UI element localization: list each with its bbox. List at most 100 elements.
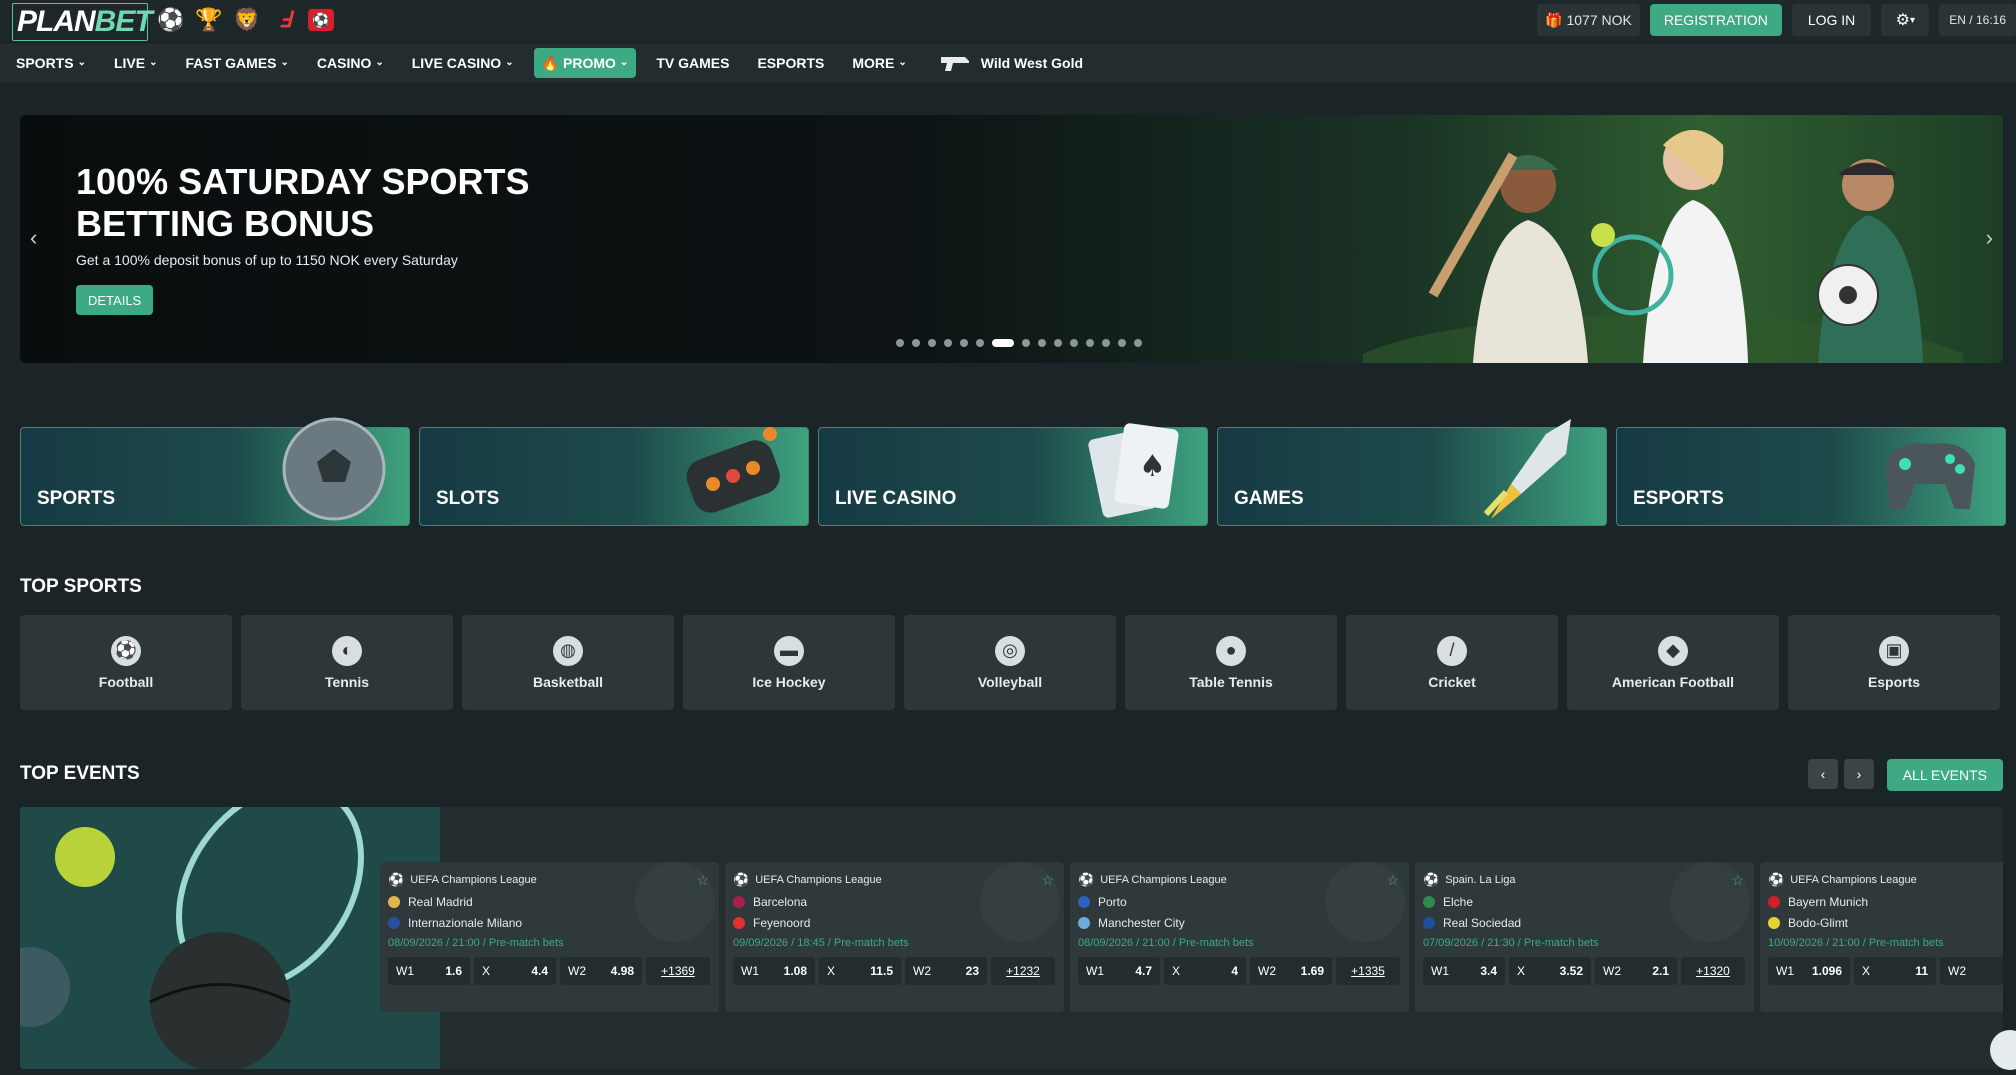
chevron-down-icon: ⌄ <box>375 56 384 68</box>
odd-w2-button[interactable]: W2 2.1 <box>1595 957 1677 985</box>
category-sports[interactable]: SPORTS <box>20 417 410 526</box>
category-label: SPORTS <box>37 488 116 509</box>
star-icon[interactable]: ☆ <box>1386 872 1399 889</box>
banner-dot[interactable] <box>992 339 1014 347</box>
team-crest-icon <box>1423 896 1435 908</box>
banner-dot[interactable] <box>928 339 936 347</box>
premier-league-icon[interactable]: 🦁 <box>232 6 262 34</box>
nav-featured-game[interactable]: Wild West Gold <box>939 53 1083 73</box>
banner-details-button[interactable]: DETAILS <box>76 285 154 315</box>
banner-dot[interactable] <box>976 339 984 347</box>
sport-tile[interactable]: / Cricket <box>1346 615 1558 710</box>
all-events-button[interactable]: ALL EVENTS <box>1886 759 2003 791</box>
banner-title: 100% SATURDAY SPORTS BETTING BONUS <box>76 161 530 244</box>
odd-x-button[interactable]: X4 <box>1164 957 1246 985</box>
nav-tv-games-label: TV GAMES <box>656 55 730 71</box>
odd-w2-button[interactable]: W2 23 <box>905 957 987 985</box>
events-prev-button[interactable]: ‹ <box>1808 759 1838 789</box>
nav-sports[interactable]: SPORTS ⌄ <box>8 48 94 78</box>
laliga-icon[interactable]: Ⅎ <box>270 6 300 34</box>
sport-tile[interactable]: ◎ Volleyball <box>904 615 1116 710</box>
sport-tile[interactable]: ▣ Esports <box>1788 615 2000 710</box>
balance-display[interactable]: 🎁 1077 NOK <box>1537 4 1640 36</box>
odd-x-button[interactable]: X 11 <box>1854 957 1936 985</box>
bundesliga-icon[interactable]: ⚽ <box>308 9 334 31</box>
category-live-casino[interactable]: LIVE CASINO ♠ <box>818 423 1208 526</box>
banner-dot[interactable] <box>1070 339 1078 347</box>
sport-tile[interactable]: ▬ Ice Hockey <box>683 615 895 710</box>
nav-live-casino[interactable]: LIVE CASINO ⌄ <box>404 48 522 78</box>
banner-dot[interactable] <box>896 339 904 347</box>
more-markets-link[interactable]: +1335 <box>1336 957 1400 985</box>
odd-w1-button[interactable]: W1 1.08 <box>733 957 815 985</box>
banner-prev-arrow[interactable]: ‹ <box>30 225 37 251</box>
banner-dot[interactable] <box>1022 339 1030 347</box>
nav-promo[interactable]: 🔥 PROMO ⌄ <box>533 48 637 78</box>
odd-x-button[interactable]: X 11.5 <box>819 957 901 985</box>
event-card[interactable]: ⚽ Spain. La Liga ☆ Elche Real Sociedad 07/09/… <box>1415 862 1754 1012</box>
odd-x-button[interactable]: X 3.52 <box>1509 957 1591 985</box>
event-card[interactable]: ⚽ UEFA Champions League ☆ Barcelona Feyenoor… <box>725 862 1064 1012</box>
event-card[interactable]: ⚽UEFA Champions League☆Bayern MunichBodo… <box>1760 862 2003 1012</box>
nav-more[interactable]: MORE ⌄ <box>844 48 914 78</box>
odd-value: 3.4 <box>1480 964 1497 978</box>
sport-tile[interactable]: ⚽ Football <box>20 615 232 710</box>
europa-league-icon[interactable]: 🏆 <box>194 6 224 34</box>
banner-dot[interactable] <box>1118 339 1126 347</box>
language-time[interactable]: EN / 16:16 <box>1939 4 2016 36</box>
more-markets-link[interactable]: +1369 <box>646 957 710 985</box>
banner-dot[interactable] <box>1086 339 1094 347</box>
odd-w2-button[interactable]: W2 1.69 <box>1250 957 1332 985</box>
banner-dot[interactable] <box>1134 339 1142 347</box>
banner-dot[interactable] <box>912 339 920 347</box>
banner-next-arrow[interactable]: › <box>1986 225 1993 251</box>
team-name: Internazionale Milano <box>408 916 523 930</box>
nav-fast-games[interactable]: FAST GAMES ⌄ <box>177 48 296 78</box>
banner-dot[interactable] <box>944 339 952 347</box>
banner-dot[interactable] <box>960 339 968 347</box>
nav-tv-games[interactable]: TV GAMES <box>648 48 737 78</box>
rocket-icon <box>1483 419 1571 519</box>
odd-w1-button[interactable]: W1 1.6 <box>388 957 470 985</box>
sport-tile[interactable]: ◆ American Football <box>1567 615 1779 710</box>
more-markets-link[interactable]: +1320 <box>1681 957 1745 985</box>
login-button[interactable]: LOG IN <box>1791 4 1872 36</box>
odd-w2-button[interactable]: W2 4.98 <box>560 957 642 985</box>
sport-tile[interactable]: ● Table Tennis <box>1125 615 1337 710</box>
planbet-logo[interactable]: PLAN BET <box>12 3 153 41</box>
nav-esports[interactable]: ESPORTS <box>749 48 832 78</box>
odd-x-button[interactable]: X 4.4 <box>474 957 556 985</box>
star-icon[interactable]: ☆ <box>696 872 709 889</box>
nav-live[interactable]: LIVE ⌄ <box>106 48 166 78</box>
banner-dot[interactable] <box>1038 339 1046 347</box>
sport-tile[interactable]: ◍ Basketball <box>462 615 674 710</box>
promo-banner[interactable]: 100% SATURDAY SPORTS BETTING BONUS Get a… <box>20 115 2003 363</box>
star-icon[interactable]: ☆ <box>1041 872 1054 889</box>
team-name: Bodo-Glimt <box>1788 916 1849 930</box>
sport-label: Esports <box>1867 673 1921 690</box>
event-card[interactable]: ⚽ UEFA Champions League ☆ Porto Manchester C… <box>1070 862 1409 1012</box>
event-odds: W1 4.7 X 4 W2 1.69 +1335 <box>1078 957 1401 985</box>
event-card[interactable]: ⚽ UEFA Champions League ☆ Real Madrid Intern… <box>380 862 719 1012</box>
events-next-button[interactable]: › <box>1844 759 1874 789</box>
category-slots[interactable]: SLOTS <box>419 427 809 526</box>
flame-icon: 🔥 <box>541 54 560 71</box>
banner-dot[interactable] <box>1102 339 1110 347</box>
team-crest-icon <box>733 896 745 908</box>
settings-button[interactable]: ⚙ ▾ <box>1881 4 1930 36</box>
category-games[interactable]: GAMES <box>1217 419 1607 526</box>
nav-casino[interactable]: CASINO ⌄ <box>309 48 392 78</box>
star-icon[interactable]: ☆ <box>1731 872 1744 889</box>
team-name: Real Madrid <box>408 895 473 909</box>
category-esports[interactable]: ESPORTS <box>1616 427 2006 526</box>
odd-w1-button[interactable]: W1 4.7 <box>1078 957 1160 985</box>
odd-w1-button[interactable]: W1 3.4 <box>1423 957 1505 985</box>
more-markets-link[interactable]: +1232 <box>991 957 1055 985</box>
champions-league-icon[interactable]: ⚽ <box>156 6 186 34</box>
banner-dot[interactable] <box>1054 339 1062 347</box>
odd-w2-button[interactable]: W2 <box>1940 957 2003 985</box>
registration-button[interactable]: REGISTRATION <box>1649 4 1782 36</box>
odd-w1-button[interactable]: W1 1.096 <box>1768 957 1850 985</box>
odd-value: 11.5 <box>870 964 893 978</box>
sport-tile[interactable]: ◐ Tennis <box>241 615 453 710</box>
